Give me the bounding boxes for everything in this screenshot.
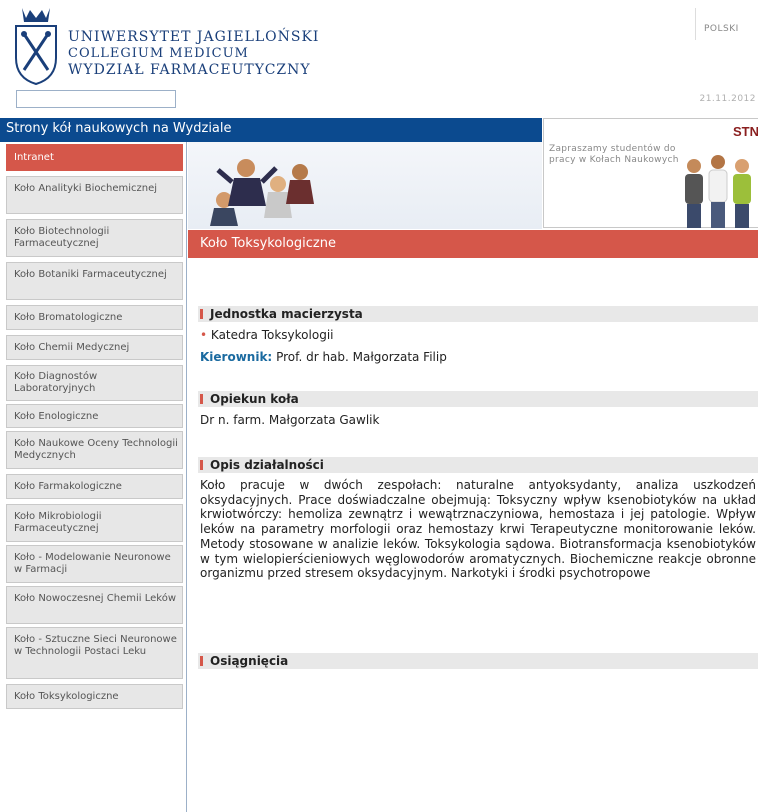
current-date: 21.11.2012 xyxy=(699,94,756,104)
heading-marker xyxy=(200,309,203,319)
unit-name: • Katedra Toksykologii xyxy=(200,328,334,342)
faculty-name: WYDZIAŁ FARMACEUTYCZNY xyxy=(68,62,311,78)
heading-marker xyxy=(200,460,203,470)
sidebar-item-sztuczne-sieci[interactable]: Koło - Sztuczne Sieci Neuronowe w Techno… xyxy=(6,627,183,679)
sidebar-item-modelowanie-neuronowe[interactable]: Koło - Modelowanie Neuronowe w Farmacji xyxy=(6,545,183,583)
section-bar-title: Strony kół naukowych na Wydziale xyxy=(6,121,232,136)
unit-heading: Jednostka macierzysta xyxy=(198,306,758,322)
sidebar-item-oceny-technologii[interactable]: Koło Naukowe Oceny Technologii Medycznyc… xyxy=(6,431,183,469)
supervisor-heading: Opiekun koła xyxy=(198,391,758,407)
university-name: UNIWERSYTET JAGIELLOŃSKI xyxy=(68,29,320,45)
sidebar-item-enologiczne[interactable]: Koło Enologiczne xyxy=(6,404,183,428)
crest-icon xyxy=(15,8,57,86)
sidebar-item-mikrobiologii[interactable]: Koło Mikrobiologii Farmaceutycznej xyxy=(6,504,183,542)
sidebar-item-nowoczesnej-chemii[interactable]: Koło Nowoczesnej Chemii Leków xyxy=(6,586,183,624)
university-logo[interactable] xyxy=(12,6,60,86)
sidebar-item-bromatologiczne[interactable]: Koło Bromatologiczne xyxy=(6,305,183,330)
promo-text: Zapraszamy studentów do pracy w Kołach N… xyxy=(549,144,679,165)
heading-marker xyxy=(200,656,203,666)
supervisor-name: Dr n. farm. Małgorzata Gawlik xyxy=(200,413,380,427)
sidebar-item-chemii-medycznej[interactable]: Koło Chemii Medycznej xyxy=(6,335,183,360)
stn-logo: STN xyxy=(733,124,758,139)
banner-image xyxy=(188,142,542,229)
head-name: Prof. dr hab. Małgorzata Filip xyxy=(276,350,447,364)
head-of-unit: Kierownik: Prof. dr hab. Małgorzata Fili… xyxy=(200,350,447,364)
college-name: COLLEGIUM MEDICUM xyxy=(68,46,249,61)
sidebar-item-intranet[interactable]: Intranet xyxy=(6,144,183,171)
page-title: Koło Toksykologiczne xyxy=(200,236,336,251)
jumping-students-icon xyxy=(210,159,314,226)
sidebar-item-toksykologiczne[interactable]: Koło Toksykologiczne xyxy=(6,684,183,709)
sidebar-item-biotechnologii[interactable]: Koło Biotechnologii Farmaceutycznej xyxy=(6,219,183,257)
search-input[interactable] xyxy=(16,90,176,108)
sidebar-item-farmakologiczne[interactable]: Koło Farmakologiczne xyxy=(6,474,183,499)
sidebar-item-diagnostow[interactable]: Koło Diagnostów Laboratoryjnych xyxy=(6,365,183,401)
activity-heading: Opis działalności xyxy=(198,457,758,473)
heading-marker xyxy=(200,394,203,404)
sidebar-divider xyxy=(186,142,187,812)
activity-description: Koło pracuje w dwóch zespołach: naturaln… xyxy=(200,478,756,581)
bullet-icon: • xyxy=(200,328,208,342)
sidebar-item-analityki-biochemicznej[interactable]: Koło Analityki Biochemicznej xyxy=(6,176,183,214)
achievements-heading: Osiągnięcia xyxy=(198,653,758,669)
sidebar-item-botaniki[interactable]: Koło Botaniki Farmaceutycznej xyxy=(6,262,183,300)
students-photo-icon xyxy=(685,155,751,228)
language-link[interactable]: POLSKI xyxy=(695,8,758,40)
head-label: Kierownik: xyxy=(200,350,273,364)
